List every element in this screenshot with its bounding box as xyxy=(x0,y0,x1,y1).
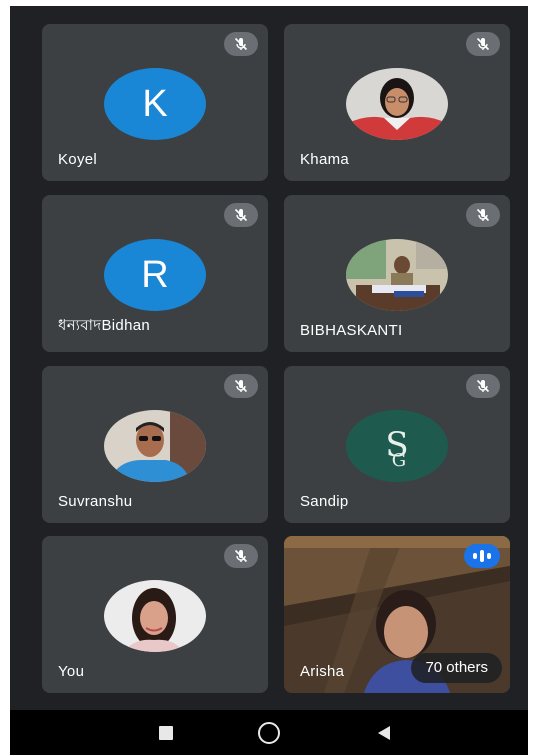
avatar-photo xyxy=(104,410,206,482)
avatar-photo xyxy=(346,68,448,140)
mic-off-icon xyxy=(224,374,258,398)
svg-text:G: G xyxy=(392,450,406,471)
circle-icon xyxy=(258,721,280,744)
participant-tile-suvranshu[interactable]: Suvranshu xyxy=(42,366,268,523)
mic-off-icon xyxy=(224,32,258,56)
participant-tile-arisha[interactable]: Arisha 70 others xyxy=(284,536,510,693)
avatar: R xyxy=(104,239,206,311)
square-icon xyxy=(159,725,173,740)
home-button[interactable] xyxy=(239,710,299,755)
avatar-photo xyxy=(346,239,448,311)
back-button[interactable] xyxy=(354,710,414,755)
participant-name: Khama xyxy=(300,151,350,168)
participant-tile-bidhan[interactable]: R ধন্যবাদBidhan xyxy=(42,195,268,352)
sg-monogram-logo: S G xyxy=(346,410,448,482)
recent-apps-button[interactable] xyxy=(136,710,196,755)
participant-tile-sandip[interactable]: S G Sandip xyxy=(284,366,510,523)
others-count-button[interactable]: 70 others xyxy=(411,653,502,683)
avatar-photo xyxy=(104,580,206,652)
participant-name: BIBHASKANTI xyxy=(300,322,403,339)
mic-off-icon xyxy=(466,32,500,56)
mic-off-icon xyxy=(224,203,258,227)
participant-name: Suvranshu xyxy=(58,493,133,510)
triangle-back-icon xyxy=(378,725,390,740)
avatar-monogram: S G xyxy=(346,410,448,482)
audio-wave-icon xyxy=(464,544,500,568)
participant-tile-bibhaskanti[interactable]: BIBHASKANTI xyxy=(284,195,510,352)
participant-name: ধন্যবাদBidhan xyxy=(58,317,150,334)
participant-tile-koyel[interactable]: K Koyel xyxy=(42,24,268,181)
participant-tile-khama[interactable]: Khama xyxy=(284,24,510,181)
participant-name: Koyel xyxy=(58,151,98,168)
participant-tile-you[interactable]: You xyxy=(42,536,268,693)
mic-off-icon xyxy=(466,374,500,398)
avatar: K xyxy=(104,68,206,140)
participant-name: Arisha xyxy=(300,663,345,680)
participant-name: Sandip xyxy=(300,493,349,510)
mic-off-icon xyxy=(466,203,500,227)
system-navigation-bar xyxy=(10,710,528,755)
meeting-grid: K Koyel Khama R ধন্যবাদBidhan BIBHASKANT… xyxy=(10,6,528,710)
participant-name: You xyxy=(58,663,85,680)
mic-off-icon xyxy=(224,544,258,568)
